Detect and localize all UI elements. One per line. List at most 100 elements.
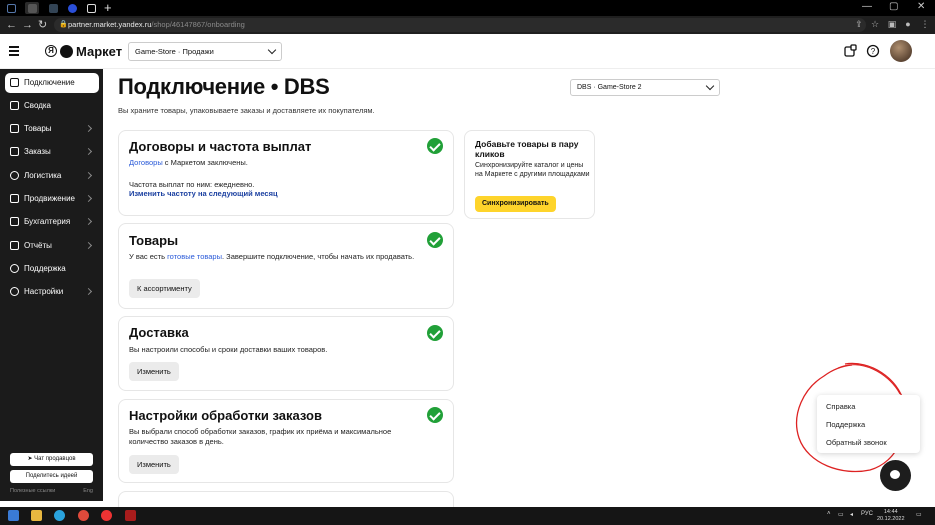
new-tab-button[interactable]: +	[104, 0, 112, 16]
share-icon[interactable]: ⇪	[854, 19, 864, 29]
share-idea-button[interactable]: Поделитесь идеей	[10, 470, 93, 483]
maximize-icon[interactable]: ▢	[889, 1, 898, 12]
sidebar-item-label: Поддержка	[24, 264, 66, 273]
tab-favicon-icon	[87, 4, 96, 13]
store-select[interactable]: Game-Store · Продажи	[128, 42, 282, 61]
summary-icon	[10, 101, 19, 110]
help-menu-callback[interactable]: Обратный звонок	[826, 438, 887, 447]
language-switch[interactable]: Eng	[83, 488, 93, 494]
page-subtitle: Вы храните товары, упаковываете заказы и…	[118, 106, 375, 115]
contracts-text: Договоры с Маркетом заключены.	[129, 158, 248, 168]
to-assortment-button[interactable]: К ассортименту	[129, 279, 200, 298]
browser-tab[interactable]	[65, 2, 79, 14]
help-icon[interactable]: ?	[866, 44, 880, 58]
close-icon[interactable]: ✕	[917, 1, 925, 12]
yandex-browser-icon[interactable]	[101, 510, 112, 521]
chat-bubble-button[interactable]	[880, 460, 911, 491]
help-menu-reference[interactable]: Справка	[826, 402, 855, 411]
sidebar-item-orders[interactable]: Заказы	[5, 142, 99, 162]
browser-tab[interactable]	[84, 2, 98, 14]
taskbar-language[interactable]: РУС	[861, 511, 873, 517]
store-select-value: Game-Store · Продажи	[135, 47, 214, 56]
url-path: /shop/46147867/onboarding	[151, 20, 245, 29]
ready-goods-link[interactable]: готовые товары	[167, 252, 222, 261]
check-icon	[427, 232, 443, 248]
sidebar-item-onboarding[interactable]: Подключение	[5, 73, 99, 93]
volume-icon[interactable]: ◂	[850, 511, 853, 518]
sidebar-item-summary[interactable]: Сводка	[5, 96, 99, 116]
browser-tab[interactable]	[46, 2, 60, 14]
minimize-icon[interactable]: —	[862, 1, 872, 12]
tab-favicon-icon	[68, 4, 77, 13]
tray-up-icon[interactable]: ˄	[827, 511, 831, 517]
share-idea-label: Поделитесь идеей	[25, 473, 78, 479]
address-bar[interactable]: 🔒 partner.market.yandex.ru/shop/46147867…	[54, 18, 866, 32]
order-settings-card: Настройки обработки заказов Вы выбрали с…	[118, 399, 454, 483]
network-icon[interactable]: ▭	[838, 511, 844, 518]
sidebar-item-goods[interactable]: Товары	[5, 119, 99, 139]
sidebar-item-reports[interactable]: Отчёты	[5, 236, 99, 256]
sidebar-item-logistics[interactable]: Логистика	[5, 166, 99, 186]
taskbar-date: 20.12.2022	[877, 516, 905, 522]
chevron-right-icon	[84, 147, 93, 156]
goods-text: У вас есть готовые товары. Завершите под…	[129, 252, 414, 262]
avatar[interactable]	[890, 40, 912, 62]
sidebar-item-accounting[interactable]: Бухгалтерия	[5, 212, 99, 232]
logo-text: Маркет	[76, 43, 123, 59]
dbs-store-select-value: DBS · Game-Store 2	[577, 84, 642, 91]
sync-title: Добавьте товары в пару кликов	[475, 139, 579, 159]
contracts-link[interactable]: Договоры	[129, 158, 163, 167]
menu-icon[interactable]	[9, 46, 19, 56]
market-logo[interactable]: Я Маркет	[45, 43, 122, 59]
market-logo-icon	[60, 44, 73, 58]
sellers-chat-button[interactable]: ➤ Чат продавцов	[10, 453, 93, 466]
windows-start-icon[interactable]	[8, 510, 19, 521]
orders-icon	[10, 147, 19, 156]
sidebar-item-label: Продвижение	[24, 194, 75, 203]
back-icon[interactable]: ←	[6, 17, 17, 33]
taskbar-clock[interactable]: 14:44 20.12.2022	[877, 509, 905, 523]
help-menu-support[interactable]: Поддержка	[826, 420, 865, 429]
reload-icon[interactable]: ↻	[38, 17, 47, 33]
sidebar: Подключение Сводка Товары Заказы Логисти…	[0, 69, 103, 501]
forward-icon[interactable]: →	[22, 17, 33, 33]
sidebar-item-settings[interactable]: Настройки	[5, 282, 99, 302]
change-frequency-link[interactable]: Изменить частоту на следующий месяц	[129, 189, 278, 199]
delivery-text: Вы настроили способы и сроки доставки ва…	[129, 345, 328, 354]
contracts-title: Договоры и частота выплат	[129, 139, 312, 154]
dota-icon[interactable]	[125, 510, 136, 521]
help-popup-menu: Справка Поддержка Обратный звонок	[817, 395, 920, 453]
chevron-right-icon	[84, 241, 93, 250]
order-settings-text: Вы выбрали способ обработки заказов, гра…	[129, 427, 392, 446]
sync-button[interactable]: Синхронизировать	[475, 196, 556, 212]
goods-text-before: У вас есть	[129, 252, 168, 261]
edit-order-settings-button[interactable]: Изменить	[129, 455, 179, 474]
sidebar-item-label: Логистика	[24, 171, 62, 180]
bookmark-star-icon[interactable]: ☆	[870, 19, 880, 29]
goods-icon	[10, 124, 19, 133]
useful-links[interactable]: Полезные ссылки	[10, 488, 55, 494]
gear-icon	[10, 287, 19, 296]
sidebar-item-support[interactable]: Поддержка	[5, 259, 99, 279]
browser-tab[interactable]	[4, 2, 18, 14]
dbs-store-select[interactable]: DBS · Game-Store 2	[570, 79, 720, 96]
browser-tab-active[interactable]	[25, 2, 39, 14]
chrome-icon[interactable]	[78, 510, 89, 521]
sidebar-item-label: Отчёты	[24, 241, 52, 250]
contracts-text-after: с Маркетом заключены.	[162, 158, 248, 167]
sidebar-item-promotion[interactable]: Продвижение	[5, 189, 99, 209]
delivery-card: Доставка Вы настроили способы и сроки до…	[118, 316, 454, 391]
profile-icon[interactable]: ●	[903, 19, 913, 29]
onboarding-icon	[10, 78, 19, 87]
browser-toolbar: ← → ↻ 🔒 partner.market.yandex.ru/shop/46…	[0, 16, 935, 34]
edit-delivery-button[interactable]: Изменить	[129, 362, 179, 381]
file-explorer-icon[interactable]	[31, 510, 42, 521]
check-icon	[427, 407, 443, 423]
browser-menu-icon[interactable]: ⋮	[920, 19, 930, 29]
telegram-icon[interactable]	[54, 510, 65, 521]
notifications-icon[interactable]	[843, 44, 857, 58]
lock-icon: 🔒	[59, 21, 68, 28]
notification-center-icon[interactable]: ▭	[916, 511, 922, 518]
logistics-icon	[10, 171, 19, 180]
extensions-icon[interactable]: ▣	[887, 19, 897, 29]
